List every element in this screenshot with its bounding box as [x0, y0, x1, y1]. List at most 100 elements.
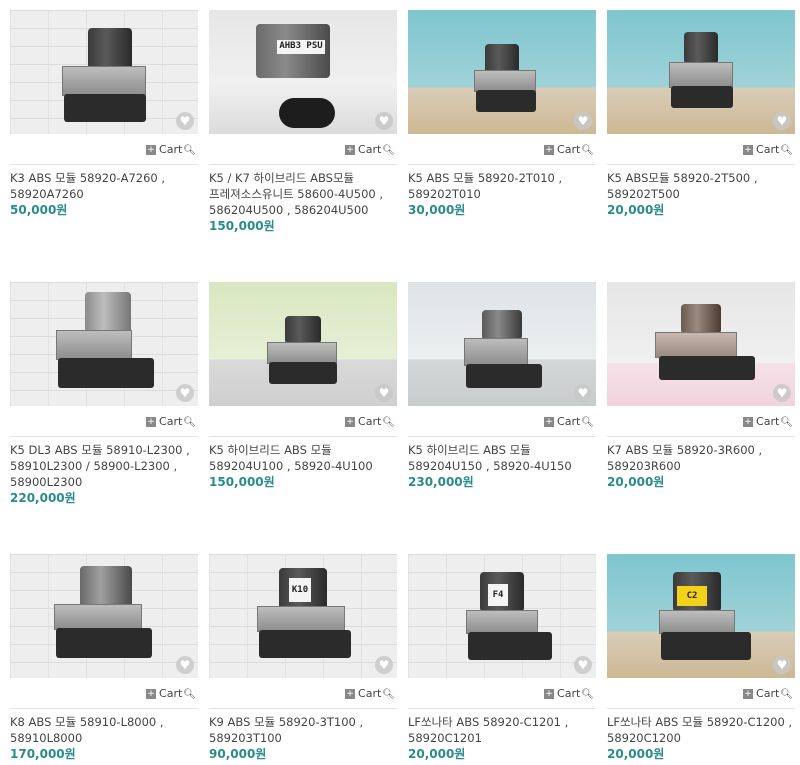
product-image[interactable]: C2 ♥ — [607, 554, 795, 678]
divider — [408, 164, 596, 165]
cart-label: Cart — [159, 415, 183, 428]
product-price: 170,000원 — [10, 747, 76, 761]
favorite-heart-icon[interactable]: ♥ — [176, 112, 194, 130]
divider — [408, 708, 596, 709]
add-to-cart-button[interactable]: + Cart🔍︎ — [544, 687, 594, 701]
divider — [10, 164, 198, 165]
product-image[interactable]: K10 ♥ — [209, 554, 397, 678]
product-price: 220,000원 — [10, 491, 76, 505]
product-title-block[interactable]: K5 ABS 모듈 58920-2T010 , 589202T010 30,00… — [408, 170, 596, 218]
product-image[interactable]: AHB3 PSU ♥ — [209, 10, 397, 134]
divider — [209, 708, 397, 709]
favorite-heart-icon[interactable]: ♥ — [375, 656, 393, 674]
product-image[interactable]: F4 ♥ — [408, 554, 596, 678]
product-price: 50,000원 — [10, 203, 68, 217]
product-title-block[interactable]: K7 ABS 모듈 58920-3R600 , 589203R600 20,00… — [607, 442, 795, 490]
favorite-heart-icon[interactable]: ♥ — [375, 384, 393, 402]
magnifier-icon[interactable]: 🔍︎ — [780, 689, 793, 700]
product-title-block[interactable]: LF쏘나타 ABS 모듈 58920-C1200 , 58920C1200 20… — [607, 714, 795, 762]
add-to-cart-button[interactable]: + Cart🔍︎ — [146, 415, 196, 429]
product-title[interactable]: K7 ABS 모듈 58920-3R600 , 589203R600 — [607, 442, 795, 474]
product-title[interactable]: K3 ABS 모듈 58920-A7260 , 58920A7260 — [10, 170, 198, 202]
divider — [607, 708, 795, 709]
favorite-heart-icon[interactable]: ♥ — [375, 112, 393, 130]
product-title[interactable]: K5 하이브리드 ABS 모듈 589204U100 , 58920-4U100 — [209, 442, 397, 474]
product-title-block[interactable]: K3 ABS 모듈 58920-A7260 , 58920A7260 50,00… — [10, 170, 198, 218]
add-to-cart-button[interactable]: + Cart🔍︎ — [544, 143, 594, 157]
add-to-cart-button[interactable]: + Cart🔍︎ — [146, 143, 196, 157]
favorite-heart-icon[interactable]: ♥ — [574, 656, 592, 674]
product-image[interactable]: ♥ — [10, 554, 198, 678]
favorite-heart-icon[interactable]: ♥ — [176, 656, 194, 674]
product-title[interactable]: K5 하이브리드 ABS 모듈 589204U150 , 58920-4U150 — [408, 442, 596, 474]
favorite-heart-icon[interactable]: ♥ — [773, 656, 791, 674]
magnifier-icon[interactable]: 🔍︎ — [183, 145, 196, 156]
cart-label: Cart — [557, 687, 581, 700]
product-image[interactable]: ♥ — [10, 282, 198, 406]
product-title-block[interactable]: K9 ABS 모듈 58920-3T100 , 589203T100 90,00… — [209, 714, 397, 762]
favorite-heart-icon[interactable]: ♥ — [574, 112, 592, 130]
cart-label: Cart — [756, 415, 780, 428]
product-price: 230,000원 — [408, 475, 474, 489]
product-title-block[interactable]: K5 하이브리드 ABS 모듈 589204U150 , 58920-4U150… — [408, 442, 596, 490]
divider — [408, 436, 596, 437]
product-title[interactable]: K5 ABS모듈 58920-2T500 , 589202T500 — [607, 170, 795, 202]
product-price: 20,000원 — [607, 747, 665, 761]
add-to-cart-button[interactable]: + Cart🔍︎ — [146, 687, 196, 701]
product-title-block[interactable]: K5 / K7 하이브리드 ABS모듈 프레져소스유니트 58600-4U500… — [209, 170, 397, 234]
product-title[interactable]: LF쏘나타 ABS 모듈 58920-C1200 , 58920C1200 — [607, 714, 795, 746]
divider — [607, 164, 795, 165]
product-title[interactable]: K8 ABS 모듈 58910-L8000 , 58910L8000 — [10, 714, 198, 746]
product-title-block[interactable]: K8 ABS 모듈 58910-L8000 , 58910L8000 170,0… — [10, 714, 198, 762]
cart-label: Cart — [159, 143, 183, 156]
magnifier-icon[interactable]: 🔍︎ — [382, 417, 395, 428]
cart-label: Cart — [159, 687, 183, 700]
product-title[interactable]: K5 DL3 ABS 모듈 58910-L2300 , 58910L2300 /… — [10, 442, 198, 490]
add-to-cart-button[interactable]: + Cart🔍︎ — [743, 415, 793, 429]
product-price: 150,000원 — [209, 219, 275, 233]
add-to-cart-button[interactable]: + Cart🔍︎ — [345, 687, 395, 701]
cart-label: Cart — [557, 143, 581, 156]
magnifier-icon[interactable]: 🔍︎ — [581, 145, 594, 156]
add-to-cart-button[interactable]: + Cart🔍︎ — [743, 687, 793, 701]
magnifier-icon[interactable]: 🔍︎ — [581, 689, 594, 700]
add-to-cart-button[interactable]: + Cart🔍︎ — [345, 143, 395, 157]
favorite-heart-icon[interactable]: ♥ — [574, 384, 592, 402]
product-image[interactable]: ♥ — [408, 282, 596, 406]
magnifier-icon[interactable]: 🔍︎ — [780, 417, 793, 428]
product-title-block[interactable]: LF쏘나타 ABS 58920-C1201 , 58920C1201 20,00… — [408, 714, 596, 762]
add-to-cart-button[interactable]: + Cart🔍︎ — [345, 415, 395, 429]
favorite-heart-icon[interactable]: ♥ — [773, 384, 791, 402]
part-sticker: K10 — [289, 578, 311, 602]
favorite-heart-icon[interactable]: ♥ — [773, 112, 791, 130]
magnifier-icon[interactable]: 🔍︎ — [382, 689, 395, 700]
product-image[interactable]: ♥ — [607, 10, 795, 134]
divider — [209, 436, 397, 437]
add-to-cart-button[interactable]: + Cart🔍︎ — [544, 415, 594, 429]
magnifier-icon[interactable]: 🔍︎ — [780, 145, 793, 156]
cart-label: Cart — [756, 687, 780, 700]
product-price: 20,000원 — [607, 203, 665, 217]
product-title-block[interactable]: K5 ABS모듈 58920-2T500 , 589202T500 20,000… — [607, 170, 795, 218]
product-title-block[interactable]: K5 DL3 ABS 모듈 58910-L2300 , 58910L2300 /… — [10, 442, 198, 506]
magnifier-icon[interactable]: 🔍︎ — [581, 417, 594, 428]
favorite-heart-icon[interactable]: ♥ — [176, 384, 194, 402]
product-image[interactable]: ♥ — [209, 282, 397, 406]
add-to-cart-button[interactable]: + Cart🔍︎ — [743, 143, 793, 157]
magnifier-icon[interactable]: 🔍︎ — [382, 145, 395, 156]
cart-label: Cart — [756, 143, 780, 156]
product-image[interactable]: ♥ — [10, 10, 198, 134]
product-title[interactable]: K9 ABS 모듈 58920-3T100 , 589203T100 — [209, 714, 397, 746]
cart-label: Cart — [358, 687, 382, 700]
cart-label: Cart — [557, 415, 581, 428]
product-title[interactable]: K5 ABS 모듈 58920-2T010 , 589202T010 — [408, 170, 596, 202]
product-price: 150,000원 — [209, 475, 275, 489]
divider — [607, 436, 795, 437]
product-image[interactable]: ♥ — [607, 282, 795, 406]
magnifier-icon[interactable]: 🔍︎ — [183, 417, 196, 428]
product-image[interactable]: ♥ — [408, 10, 596, 134]
product-title[interactable]: LF쏘나타 ABS 58920-C1201 , 58920C1201 — [408, 714, 596, 746]
product-title[interactable]: K5 / K7 하이브리드 ABS모듈 프레져소스유니트 58600-4U500… — [209, 170, 397, 218]
magnifier-icon[interactable]: 🔍︎ — [183, 689, 196, 700]
product-title-block[interactable]: K5 하이브리드 ABS 모듈 589204U100 , 58920-4U100… — [209, 442, 397, 490]
